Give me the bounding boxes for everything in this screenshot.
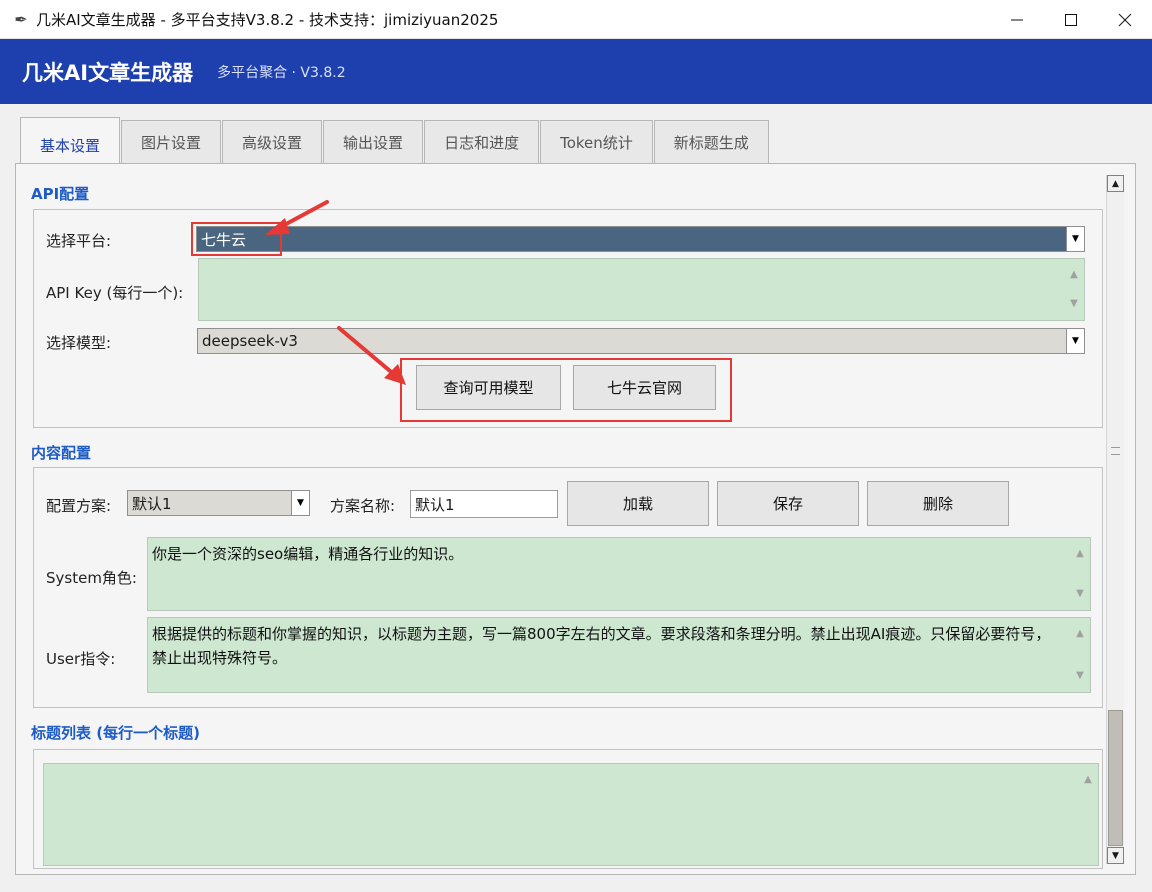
arrow-icon [337,326,406,385]
scheme-select[interactable]: 默认1 ▼ [127,490,310,516]
scroll-up-icon[interactable]: ▲ [1107,175,1124,192]
scheme-label: 配置方案: [46,497,112,515]
scroll-down-icon[interactable]: ▼ [1076,582,1084,606]
save-button[interactable]: 保存 [717,481,859,526]
system-role-input[interactable]: 你是一个资深的seo编辑，精通各行业的知识。 ▲ ▼ [147,537,1091,611]
scrollbar-thumb[interactable] [1108,710,1123,846]
scroll-up-icon[interactable]: ▲ [1076,622,1084,646]
title-list-input[interactable]: ▲ [43,763,1099,866]
chevron-down-icon[interactable]: ▼ [291,491,309,515]
content-config-title: 内容配置 [31,444,92,462]
scheme-value: 默认1 [132,494,172,513]
arrow-icon [265,200,329,235]
user-instruction-input[interactable]: 根据提供的标题和你掌握的知识，以标题为主题，写一篇800字左右的文章。要求段落和… [147,617,1091,693]
user-instruction-scrollbar[interactable]: ▲ ▼ [1074,622,1086,688]
system-role-value: 你是一个资深的seo编辑，精通各行业的知识。 [152,545,464,563]
main-scrollbar[interactable]: ▲ ▼ [1106,175,1124,864]
scroll-down-icon[interactable]: ▼ [1076,664,1084,688]
load-button[interactable]: 加载 [567,481,709,526]
title-list-title: 标题列表 (每行一个标题) [31,724,200,742]
scrollbar-grip [1111,447,1120,455]
system-role-label: System角色: [46,569,137,587]
scroll-up-icon[interactable]: ▲ [1084,768,1092,792]
user-instruction-value: 根据提供的标题和你掌握的知识，以标题为主题，写一篇800字左右的文章。要求段落和… [152,625,1051,667]
delete-button[interactable]: 删除 [867,481,1009,526]
scheme-name-label: 方案名称: [330,497,396,515]
scroll-up-icon[interactable]: ▲ [1076,542,1084,566]
scroll-down-icon[interactable]: ▼ [1107,847,1124,864]
scheme-name-input[interactable]: 默认1 [410,490,558,518]
user-instruction-label: User指令: [46,650,116,668]
system-role-scrollbar[interactable]: ▲ ▼ [1074,542,1086,606]
title-list-scrollbar[interactable]: ▲ [1082,768,1094,861]
